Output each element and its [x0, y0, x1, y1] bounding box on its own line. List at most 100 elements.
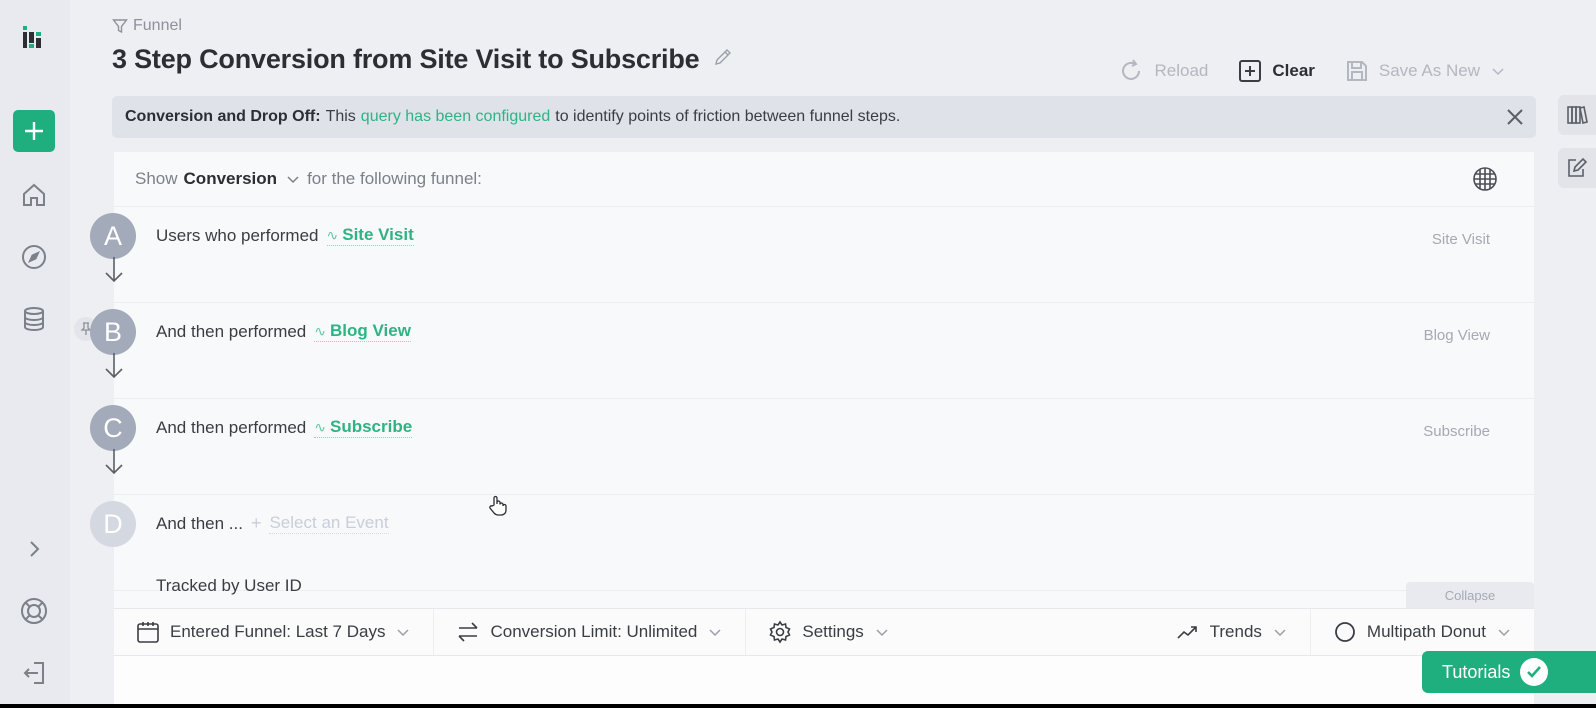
chevron-right-icon[interactable] — [17, 532, 51, 566]
step-prefix: And then performed — [156, 417, 307, 437]
show-metric-row: Show Conversion for the following funnel… — [114, 152, 1534, 207]
query-options-bar: Entered Funnel: Last 7 Days Conversion L… — [114, 608, 1534, 656]
trends-label: Trends — [1209, 622, 1262, 641]
conversion-limit-dropdown[interactable]: Conversion Limit: Unlimited — [434, 609, 747, 655]
query-builder: Show Conversion for the following funnel… — [74, 152, 1534, 708]
app-logo-icon[interactable] — [17, 20, 51, 54]
screen-bottom-edge — [0, 704, 1596, 708]
funnel-step-c: C And then performed ∿ Subscribe Subscri… — [90, 399, 1534, 495]
header-toolbar: Reload Clear Save As New — [1118, 58, 1506, 84]
hand-cursor-icon — [488, 495, 508, 522]
step-right-label: Blog View — [1423, 327, 1490, 344]
step-badge: B — [90, 309, 136, 355]
chevron-down-icon — [1274, 629, 1286, 637]
arrow-down-icon — [105, 257, 123, 283]
home-icon[interactable] — [17, 178, 51, 212]
logout-icon[interactable] — [17, 656, 51, 690]
date-range-dropdown[interactable]: Entered Funnel: Last 7 Days — [114, 609, 435, 655]
breadcrumb-label: Funnel — [133, 17, 182, 34]
visualization-dropdown[interactable]: Multipath Donut — [1309, 609, 1534, 655]
chevron-down-icon — [397, 629, 409, 637]
step-right-label: Site Visit — [1431, 231, 1490, 248]
date-range-label: Entered Funnel: Last 7 Days — [170, 622, 386, 641]
event-name: Site Visit — [342, 225, 414, 244]
pencil-icon[interactable] — [713, 47, 733, 72]
tracked-by-label: Tracked by User ID — [156, 576, 302, 595]
step-badge: A — [90, 213, 136, 259]
reload-icon — [1122, 59, 1141, 80]
event-name: Subscribe — [330, 417, 413, 436]
step-prefix: Users who performed — [156, 225, 319, 245]
check-icon — [1520, 658, 1549, 686]
breadcrumb: Funnel — [112, 17, 182, 35]
gear-icon — [769, 620, 791, 644]
arrow-down-icon — [105, 449, 123, 475]
lifebuoy-icon[interactable] — [17, 594, 51, 628]
left-sidebar — [0, 0, 70, 704]
library-button[interactable] — [1558, 95, 1596, 135]
tutorials-button[interactable]: Tutorials — [1422, 651, 1596, 693]
event-name: Blog View — [330, 321, 411, 340]
calendar-icon — [137, 622, 159, 643]
step-label: And then performed ∿ Blog View — [156, 321, 411, 342]
settings-dropdown[interactable]: Settings — [746, 609, 911, 655]
step-label: And then performed ∿ Subscribe — [156, 417, 413, 438]
event-icon: ∿ — [314, 322, 326, 339]
chevron-down-icon — [876, 629, 888, 637]
reload-button[interactable]: Reload — [1118, 58, 1208, 84]
options-spacer — [912, 609, 1154, 655]
page-title: 3 Step Conversion from Site Visit to Sub… — [112, 44, 700, 74]
tutorials-label: Tutorials — [1442, 661, 1511, 682]
compass-icon[interactable] — [17, 240, 51, 274]
metric-value: Conversion — [183, 169, 278, 188]
step-event[interactable]: ∿ Site Visit — [326, 225, 414, 246]
trends-dropdown[interactable]: Trends — [1154, 609, 1310, 655]
new-document-icon — [1239, 60, 1262, 82]
step-event[interactable]: ∿ Subscribe — [314, 417, 413, 438]
collapse-button[interactable]: Collapse — [1406, 582, 1534, 608]
save-icon — [1346, 61, 1367, 81]
chevron-down-icon — [709, 629, 721, 637]
funnel-step-d: D And then ... + Select an Event — [90, 495, 1534, 591]
results-area — [114, 656, 1534, 708]
show-prefix: Show — [135, 169, 178, 188]
funnel-page: Funnel 3 Step Conversion from Site Visit… — [0, 0, 1596, 708]
chevron-down-icon — [1492, 68, 1504, 76]
save-as-new-button[interactable]: Save As New — [1345, 59, 1506, 83]
plus-icon — [25, 122, 43, 140]
step-prefix: And then ... — [156, 513, 243, 533]
chevron-down-icon — [287, 176, 299, 184]
conversion-limit-label: Conversion Limit: Unlimited — [490, 622, 698, 641]
arrow-down-icon — [105, 353, 123, 379]
books-icon — [1567, 106, 1588, 124]
step-right-label: Subscribe — [1423, 423, 1490, 440]
save-as-new-label: Save As New — [1378, 61, 1480, 80]
close-icon[interactable] — [1504, 106, 1526, 128]
clear-label: Clear — [1272, 61, 1315, 80]
step-prefix: And then performed — [156, 321, 307, 341]
step-badge: C — [90, 405, 136, 451]
globe-icon[interactable] — [1472, 166, 1498, 197]
banner-title: Conversion and Drop Off: — [125, 108, 321, 125]
add-button[interactable] — [13, 110, 55, 152]
step-label: Users who performed ∿ Site Visit — [156, 225, 414, 246]
donut-icon — [1335, 622, 1355, 642]
event-icon: ∿ — [326, 226, 339, 243]
clear-button[interactable]: Clear — [1238, 59, 1315, 83]
edit-icon — [1568, 157, 1588, 177]
step-event[interactable]: ∿ Blog View — [314, 321, 411, 342]
metric-dropdown[interactable]: Conversion — [184, 169, 302, 189]
banner-link[interactable]: query has been configured — [361, 108, 550, 126]
plus-icon: + — [250, 513, 262, 533]
select-event-button[interactable]: Select an Event — [269, 513, 389, 534]
step-badge: D — [90, 501, 136, 547]
banner-post: to identify points of friction between f… — [555, 108, 901, 125]
title-row: 3 Step Conversion from Site Visit to Sub… — [112, 44, 733, 75]
funnel-step-a: A Users who performed ∿ Site Visit Site … — [90, 207, 1534, 303]
reload-label: Reload — [1154, 61, 1209, 80]
show-suffix: for the following funnel: — [307, 169, 482, 188]
database-icon[interactable] — [17, 302, 51, 336]
banner-pre: This — [325, 108, 356, 125]
edit-notes-button[interactable] — [1558, 148, 1596, 188]
funnel-icon — [112, 19, 128, 34]
